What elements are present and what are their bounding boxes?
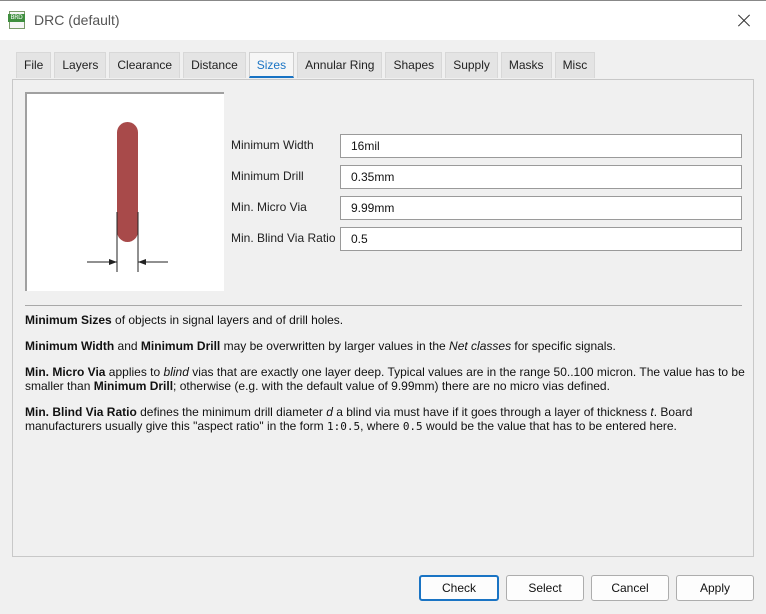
cancel-button[interactable]: Cancel	[591, 575, 669, 601]
help-paragraph-width-drill: Minimum Width and Minimum Drill may be o…	[25, 339, 616, 353]
sizes-panel: Minimum Width Minimum Drill Min. Micro V…	[12, 79, 754, 557]
arrowhead-left	[109, 259, 117, 265]
check-button[interactable]: Check	[419, 575, 499, 601]
select-button[interactable]: Select	[506, 575, 584, 601]
tab-distance[interactable]: Distance	[183, 52, 246, 78]
tab-misc[interactable]: Misc	[554, 52, 596, 78]
tab-bar: File Layers Clearance Distance Sizes Ann…	[16, 52, 598, 79]
tab-sizes[interactable]: Sizes	[248, 52, 295, 78]
help-paragraph-sizes: Minimum Sizes of objects in signal layer…	[25, 313, 344, 327]
tab-clearance[interactable]: Clearance	[109, 52, 181, 78]
apply-button[interactable]: Apply	[676, 575, 754, 601]
close-icon[interactable]	[732, 9, 756, 33]
help-paragraph-blind-via-ratio: Min. Blind Via Ratio defines the minimum…	[25, 405, 693, 433]
tab-masks[interactable]: Masks	[500, 52, 552, 78]
min-width-label: Minimum Width	[231, 138, 314, 152]
tab-layers[interactable]: Layers	[54, 52, 107, 78]
help-text: Minimum Sizes of objects in signal layer…	[25, 313, 745, 446]
tab-annular-ring[interactable]: Annular Ring	[297, 52, 383, 78]
min-width-field[interactable]	[340, 134, 742, 158]
min-drill-label: Minimum Drill	[231, 169, 304, 183]
min-blind-via-ratio-field[interactable]	[340, 227, 742, 251]
trace-shape	[117, 122, 138, 242]
min-drill-field[interactable]	[340, 165, 742, 189]
min-micro-via-label: Min. Micro Via	[231, 200, 307, 214]
arrowhead-right	[138, 259, 146, 265]
trace-width-diagram	[87, 122, 168, 272]
min-blind-via-ratio-label: Min. Blind Via Ratio	[231, 231, 336, 245]
tab-shapes[interactable]: Shapes	[385, 52, 443, 78]
tab-supply[interactable]: Supply	[445, 52, 498, 78]
window-title: DRC (default)	[34, 12, 120, 28]
brd-file-icon: BRD	[8, 11, 26, 29]
sizes-illustration	[25, 92, 224, 291]
min-micro-via-field[interactable]	[340, 196, 742, 220]
separator	[25, 305, 742, 306]
help-paragraph-micro-via: Min. Micro Via applies to blind vias tha…	[25, 365, 745, 393]
tab-file[interactable]: File	[16, 52, 52, 78]
title-bar: BRD DRC (default)	[0, 0, 766, 40]
